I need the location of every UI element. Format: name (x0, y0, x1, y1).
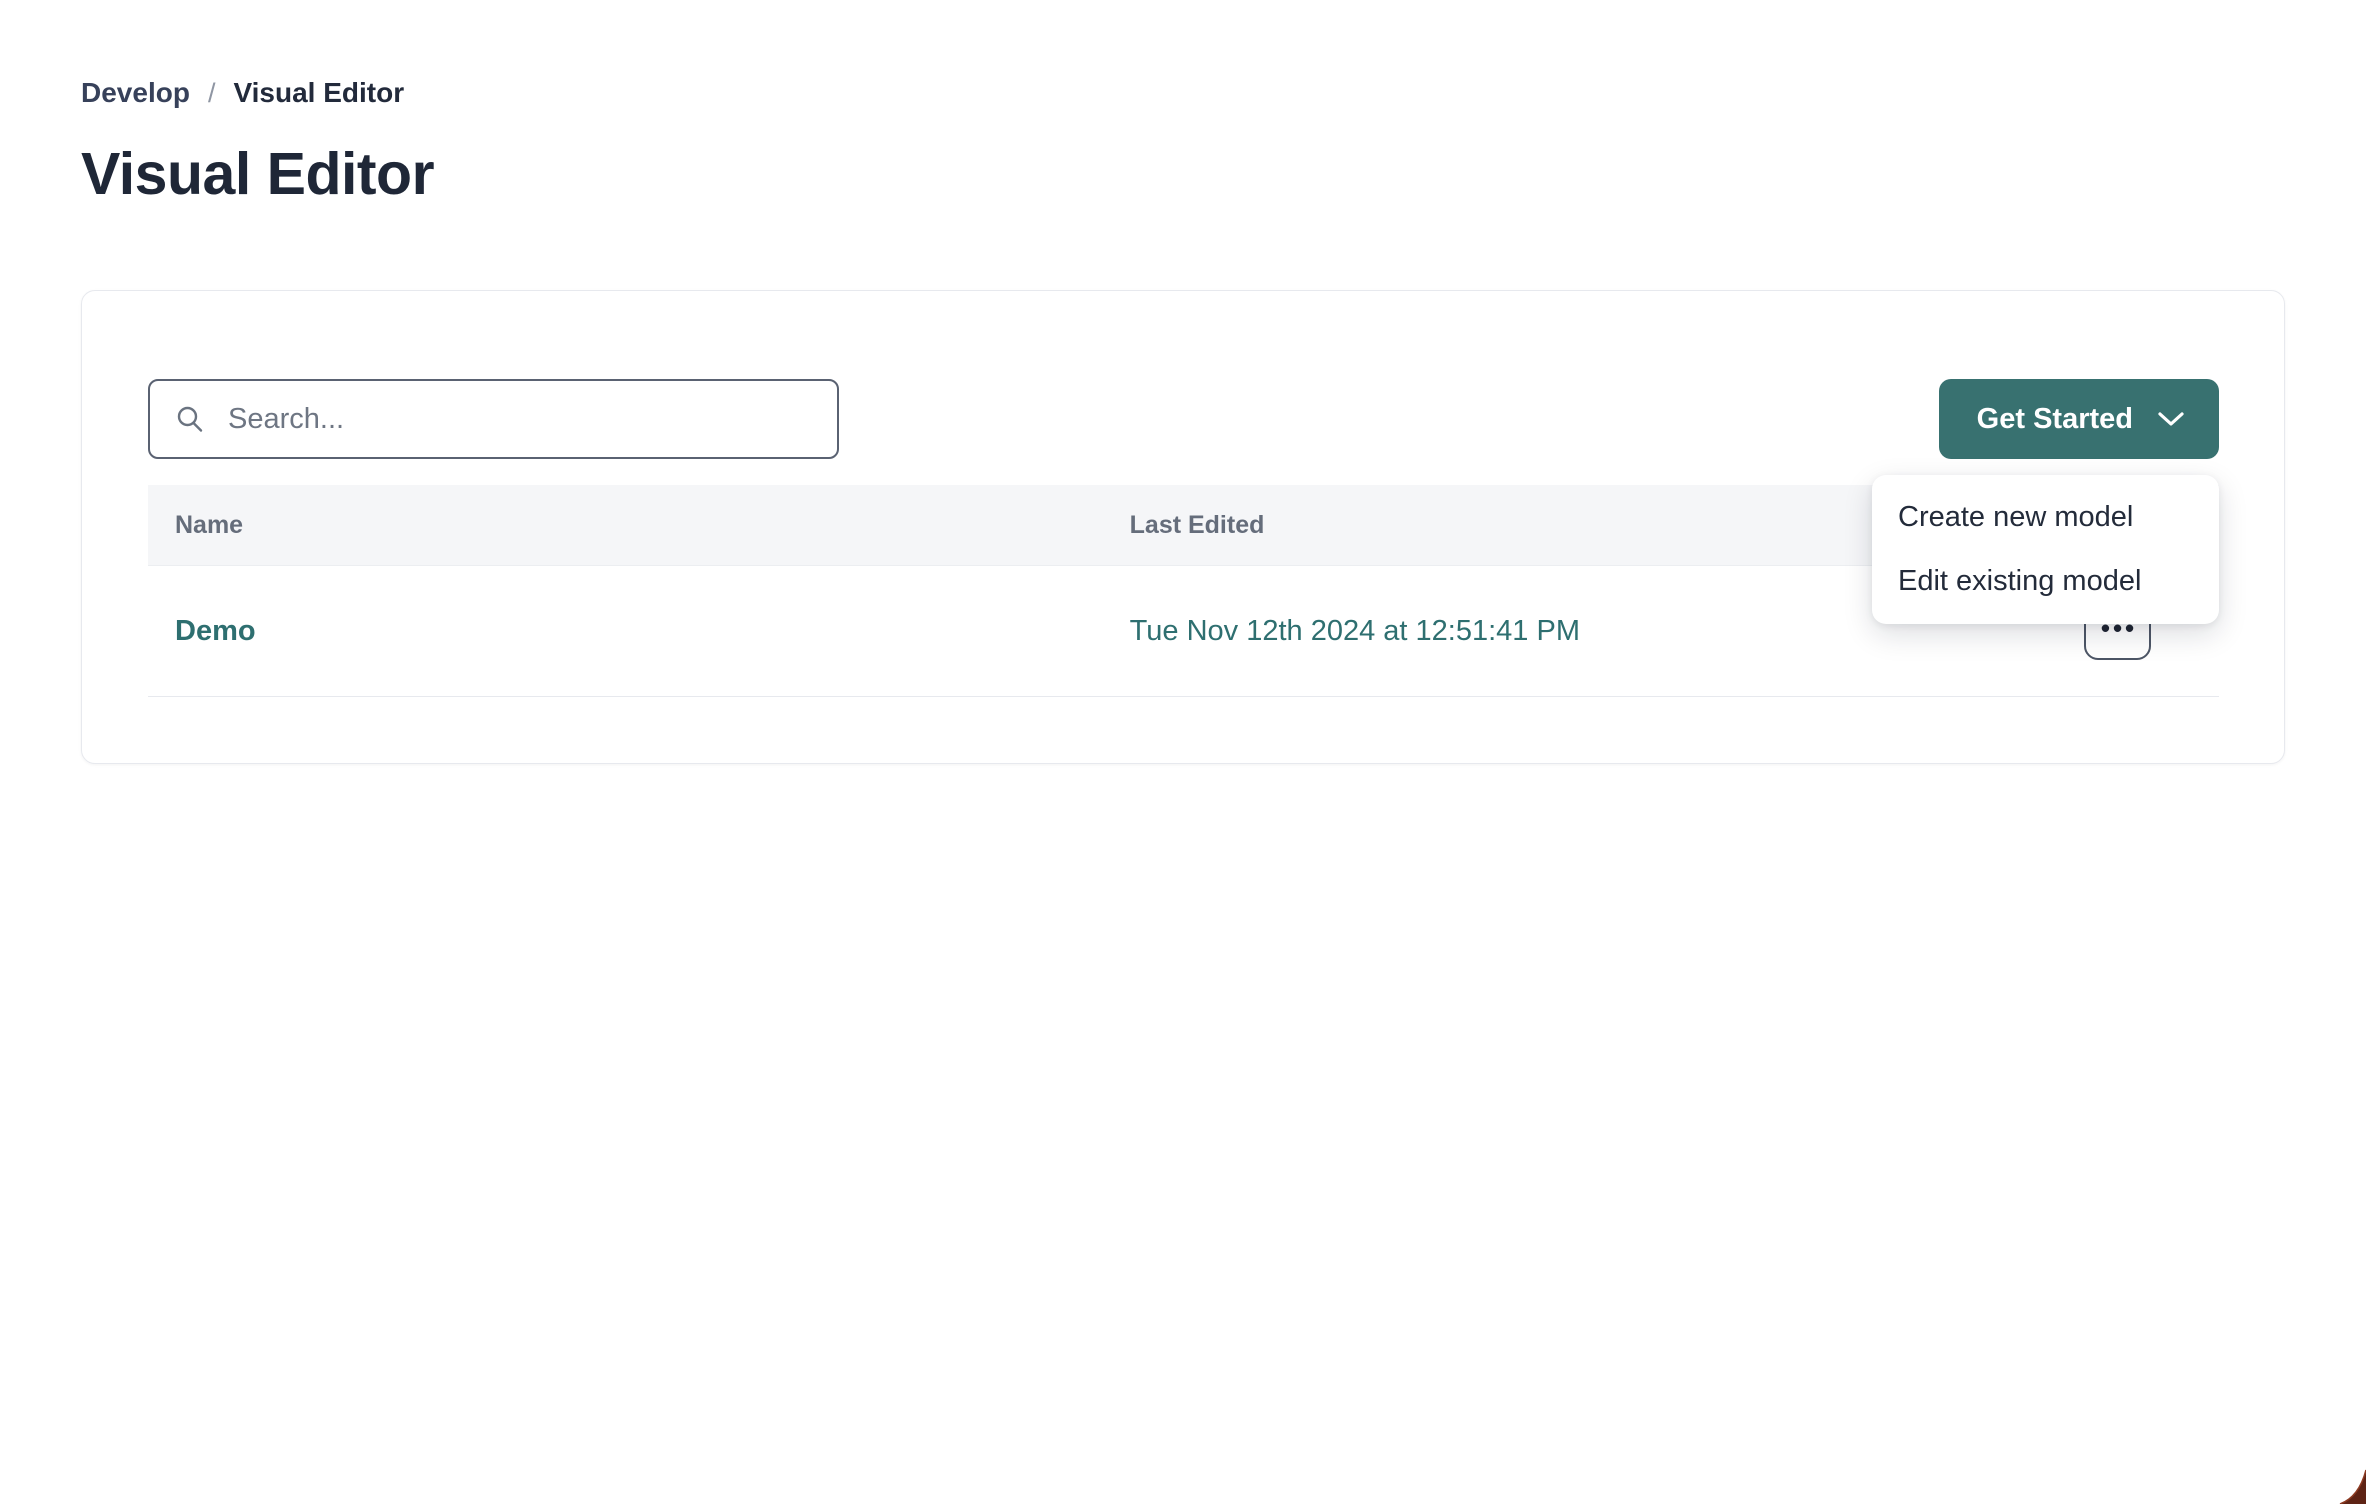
get-started-dropdown-menu: Create new model Edit existing model (1872, 475, 2219, 624)
toolbar: Get Started (148, 379, 2219, 459)
page-corner-decoration (2326, 1464, 2366, 1504)
page: Develop / Visual Editor Visual Editor Ge… (0, 0, 2366, 764)
get-started-label: Get Started (1977, 403, 2133, 436)
breadcrumb-item-visual-editor: Visual Editor (233, 76, 404, 110)
column-header-name: Name (148, 511, 1130, 540)
get-started-button[interactable]: Get Started (1939, 379, 2219, 459)
cell-name: Demo (148, 615, 1130, 648)
breadcrumb: Develop / Visual Editor (81, 76, 2285, 110)
models-card: Get Started Create new model Edit existi… (81, 290, 2285, 764)
breadcrumb-separator: / (208, 76, 216, 110)
chevron-down-icon (2157, 410, 2185, 428)
search-icon (174, 403, 206, 435)
search-input[interactable] (226, 402, 813, 437)
search-box[interactable] (148, 379, 839, 459)
menu-item-create-new-model[interactable]: Create new model (1872, 489, 2219, 547)
page-title: Visual Editor (81, 140, 2285, 208)
model-name-link[interactable]: Demo (175, 615, 256, 647)
menu-item-edit-existing-model[interactable]: Edit existing model (1872, 552, 2219, 610)
breadcrumb-item-develop[interactable]: Develop (81, 76, 190, 110)
model-last-edited-link[interactable]: Tue Nov 12th 2024 at 12:51:41 PM (1130, 615, 1580, 647)
